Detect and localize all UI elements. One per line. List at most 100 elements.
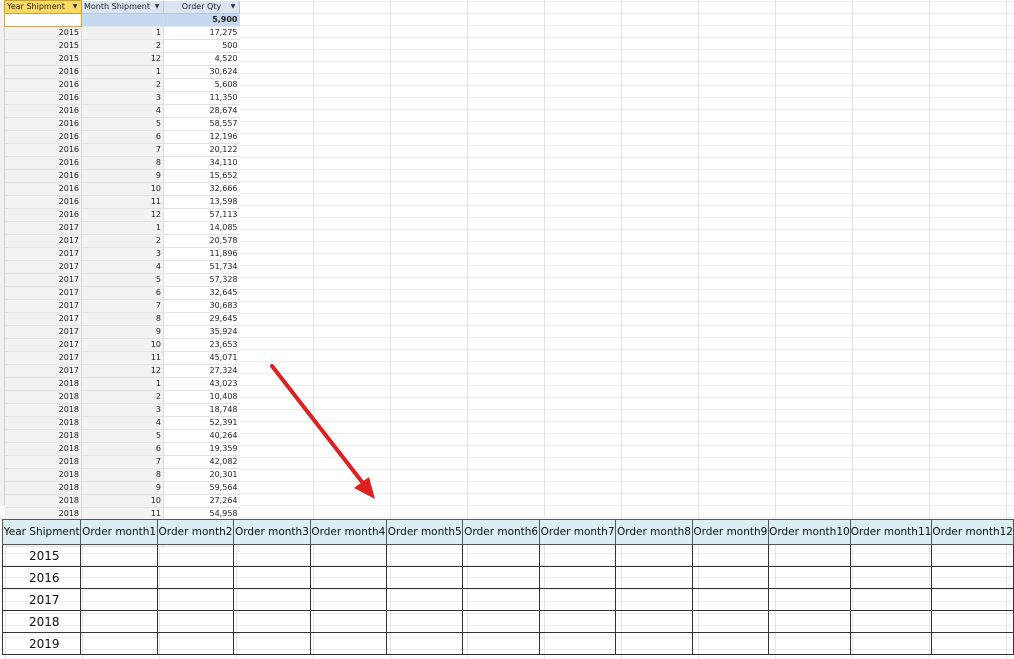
target-header-month10[interactable]: Order month10 — [768, 519, 851, 545]
pivot-month-cell[interactable]: 5 — [81, 429, 164, 443]
pivot-qty-cell[interactable]: 43,023 — [163, 377, 240, 391]
pivot-year-cell[interactable]: 2015 — [4, 52, 82, 66]
pivot-qty-cell[interactable]: 5,608 — [163, 78, 240, 92]
pivot-year-cell[interactable]: 2016 — [4, 156, 82, 170]
pivot-qty-cell[interactable]: 45,071 — [163, 351, 240, 365]
pivot-month-cell[interactable]: 7 — [81, 299, 164, 313]
pivot-year-cell[interactable]: 2017 — [4, 351, 82, 365]
pivot-month-cell[interactable]: 7 — [81, 143, 164, 157]
pivot-month-cell[interactable]: 3 — [81, 247, 164, 261]
pivot-year-cell[interactable]: 2018 — [4, 442, 82, 456]
pivot-year-cell[interactable]: 2017 — [4, 312, 82, 326]
target-header-year[interactable]: Year Shipment — [1, 519, 82, 545]
pivot-month-cell[interactable]: 2 — [81, 390, 164, 404]
pivot-qty-cell[interactable]: 15,652 — [163, 169, 240, 183]
pivot-month-cell[interactable]: 4 — [81, 260, 164, 274]
pivot-qty-cell[interactable]: 32,666 — [163, 182, 240, 196]
pivot-month-cell[interactable]: 10 — [81, 182, 164, 196]
pivot-year-cell[interactable]: 2016 — [4, 91, 82, 105]
target-month-cell[interactable] — [615, 632, 693, 655]
pivot-qty-cell[interactable]: 52,391 — [163, 416, 240, 430]
target-month-cell[interactable] — [931, 610, 1014, 633]
pivot-qty-cell[interactable]: 18,748 — [163, 403, 240, 417]
pivot-month-cell[interactable]: 2 — [81, 234, 164, 248]
target-month-cell[interactable] — [80, 588, 158, 611]
pivot-qty-cell[interactable]: 12,196 — [163, 130, 240, 144]
target-month-cell[interactable] — [768, 544, 851, 567]
pivot-qty-cell[interactable]: 19,359 — [163, 442, 240, 456]
pivot-qty-cell[interactable]: 58,557 — [163, 117, 240, 131]
target-month-cell[interactable] — [615, 566, 693, 589]
pivot-qty-cell[interactable]: 20,122 — [163, 143, 240, 157]
target-month-cell[interactable] — [386, 588, 464, 611]
pivot-year-cell[interactable]: 2018 — [4, 403, 82, 417]
pivot-year-cell[interactable] — [4, 13, 82, 27]
pivot-qty-cell[interactable]: 57,113 — [163, 208, 240, 222]
target-month-cell[interactable] — [80, 610, 158, 633]
pivot-year-cell[interactable]: 2017 — [4, 364, 82, 378]
target-month-cell[interactable] — [538, 544, 617, 567]
pivot-year-cell[interactable]: 2018 — [4, 390, 82, 404]
pivot-qty-cell[interactable]: 20,578 — [163, 234, 240, 248]
pivot-year-cell[interactable]: 2017 — [4, 221, 82, 235]
target-month-cell[interactable] — [156, 610, 235, 633]
pivot-header-month[interactable]: Month Shipment ▼ — [81, 0, 164, 14]
target-month-cell[interactable] — [615, 588, 693, 611]
target-month-cell[interactable] — [309, 610, 388, 633]
target-month-cell[interactable] — [233, 588, 311, 611]
pivot-qty-cell[interactable]: 28,674 — [163, 104, 240, 118]
target-month-cell[interactable] — [931, 588, 1014, 611]
target-month-cell[interactable] — [931, 544, 1014, 567]
pivot-year-cell[interactable]: 2017 — [4, 234, 82, 248]
target-month-cell[interactable] — [386, 566, 464, 589]
target-month-cell[interactable] — [156, 544, 235, 567]
pivot-month-cell[interactable]: 9 — [81, 169, 164, 183]
pivot-month-cell[interactable]: 10 — [81, 338, 164, 352]
target-month-cell[interactable] — [462, 544, 540, 567]
pivot-qty-cell[interactable]: 500 — [163, 39, 240, 53]
target-month-cell[interactable] — [233, 544, 311, 567]
pivot-qty-cell[interactable]: 34,110 — [163, 156, 240, 170]
pivot-year-cell[interactable]: 2016 — [4, 117, 82, 131]
target-header-month6[interactable]: Order month6 — [462, 519, 540, 545]
target-header-month12[interactable]: Order month12 — [931, 519, 1014, 545]
dropdown-arrow-icon[interactable]: ▼ — [229, 3, 237, 11]
pivot-year-cell[interactable]: 2018 — [4, 416, 82, 430]
pivot-year-cell[interactable]: 2016 — [4, 143, 82, 157]
target-month-cell[interactable] — [80, 544, 158, 567]
pivot-month-cell[interactable]: 4 — [81, 416, 164, 430]
target-year-cell[interactable]: 2019 — [1, 632, 82, 655]
target-month-cell[interactable] — [233, 566, 311, 589]
target-month-cell[interactable] — [386, 632, 464, 655]
pivot-month-cell[interactable]: 12 — [81, 208, 164, 222]
target-month-cell[interactable] — [309, 632, 388, 655]
target-month-cell[interactable] — [538, 588, 617, 611]
target-month-cell[interactable] — [538, 566, 617, 589]
pivot-year-cell[interactable]: 2017 — [4, 299, 82, 313]
pivot-year-cell[interactable]: 2016 — [4, 78, 82, 92]
target-header-month5[interactable]: Order month5 — [386, 519, 464, 545]
pivot-qty-cell[interactable]: 32,645 — [163, 286, 240, 300]
pivot-year-cell[interactable]: 2017 — [4, 273, 82, 287]
target-month-cell[interactable] — [768, 566, 851, 589]
target-month-cell[interactable] — [233, 610, 311, 633]
pivot-month-cell[interactable]: 1 — [81, 377, 164, 391]
target-month-cell[interactable] — [309, 566, 388, 589]
pivot-qty-cell[interactable]: 23,653 — [163, 338, 240, 352]
pivot-year-cell[interactable]: 2016 — [4, 169, 82, 183]
pivot-month-cell[interactable]: 7 — [81, 455, 164, 469]
pivot-qty-cell[interactable]: 14,085 — [163, 221, 240, 235]
dropdown-arrow-icon[interactable]: ▼ — [153, 3, 161, 11]
pivot-month-cell[interactable]: 10 — [81, 494, 164, 508]
pivot-qty-cell[interactable]: 17,275 — [163, 26, 240, 40]
pivot-month-cell[interactable]: 6 — [81, 286, 164, 300]
pivot-year-cell[interactable]: 2017 — [4, 247, 82, 261]
pivot-qty-cell[interactable]: 27,324 — [163, 364, 240, 378]
target-month-cell[interactable] — [462, 632, 540, 655]
target-year-cell[interactable]: 2015 — [1, 544, 82, 567]
target-month-cell[interactable] — [691, 544, 770, 567]
target-month-cell[interactable] — [768, 588, 851, 611]
pivot-qty-cell[interactable]: 10,408 — [163, 390, 240, 404]
pivot-qty-cell[interactable]: 11,350 — [163, 91, 240, 105]
pivot-year-cell[interactable]: 2018 — [4, 481, 82, 495]
